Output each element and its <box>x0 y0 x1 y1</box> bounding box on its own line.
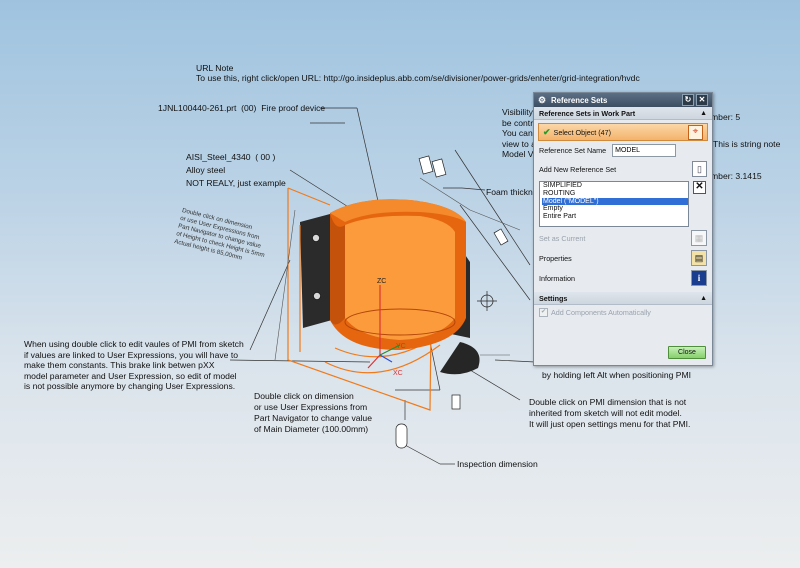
reference-set-list[interactable]: SIMPLIFIED ROUTING Model ("MODEL") Empty Ent… <box>539 181 689 227</box>
set-as-current-label: Set as Current <box>539 233 586 243</box>
set-as-current-row: Set as Current ▦ <box>539 228 707 248</box>
information-label: Information <box>539 273 575 283</box>
reference-name-label: Reference Set Name <box>539 146 607 155</box>
set-current-icon: ▦ <box>691 230 707 246</box>
section-title: Reference Sets in Work Part <box>539 108 636 118</box>
reference-sets-dialog[interactable]: ⚙ Reference Sets ↻ ✕ Reference Sets in W… <box>533 92 713 366</box>
reference-set-item[interactable]: Model ("MODEL") <box>542 197 688 206</box>
reference-name-input[interactable] <box>612 144 677 157</box>
checkmark-icon: ✔ <box>543 126 551 137</box>
settings-section-header[interactable]: Settings ▲ <box>534 292 712 305</box>
reset-icon[interactable]: ↻ <box>682 94 694 106</box>
reference-sets-section-header[interactable]: Reference Sets in Work Part ▲ <box>534 107 712 120</box>
dialog-title-bar[interactable]: ⚙ Reference Sets ↻ ✕ <box>534 93 712 107</box>
dialog-title: Reference Sets <box>551 95 608 105</box>
add-reference-set-button[interactable]: ▯ <box>692 161 707 177</box>
properties-label: Properties <box>539 253 572 263</box>
select-object-label: Select Object (47) <box>553 127 612 137</box>
reference-set-item[interactable]: SIMPLIFIED <box>542 182 688 190</box>
close-button[interactable]: Close <box>668 346 706 359</box>
properties-row[interactable]: Properties ▤ <box>539 248 707 268</box>
delete-icon[interactable]: ✕ <box>693 181 706 194</box>
add-components-checkbox: ✔ <box>539 308 548 317</box>
add-components-row: ✔ Add Components Automatically <box>539 308 707 317</box>
add-components-label: Add Components Automatically <box>551 308 651 317</box>
crosshair-select-icon[interactable]: ⌖ <box>688 124 703 140</box>
xc-axis-label: XC <box>393 370 403 377</box>
add-reference-set-label: Add New Reference Set <box>539 164 617 174</box>
add-reference-set-row: Add New Reference Set ▯ <box>539 161 707 177</box>
reference-set-item[interactable]: Entire Part <box>542 213 688 221</box>
chevron-up-icon[interactable]: ▲ <box>700 110 707 117</box>
close-icon[interactable]: ✕ <box>696 94 708 106</box>
zc-axis-label: ZC <box>377 278 386 285</box>
properties-icon[interactable]: ▤ <box>691 250 707 266</box>
cylinder-shell[interactable] <box>330 199 466 350</box>
gear-icon[interactable]: ⚙ <box>538 95 547 105</box>
reference-set-item[interactable]: Empty <box>542 205 688 213</box>
reference-set-item[interactable]: ROUTING <box>542 190 688 198</box>
settings-title: Settings <box>539 293 568 303</box>
info-icon[interactable]: i <box>691 270 707 286</box>
information-row[interactable]: Information i <box>539 268 707 288</box>
chevron-up-icon[interactable]: ▲ <box>700 295 707 302</box>
select-object-row[interactable]: ✔ Select Object (47) ⌖ <box>538 123 708 141</box>
yc-axis-label: YC <box>396 343 406 350</box>
reference-name-row: Reference Set Name <box>539 144 707 157</box>
